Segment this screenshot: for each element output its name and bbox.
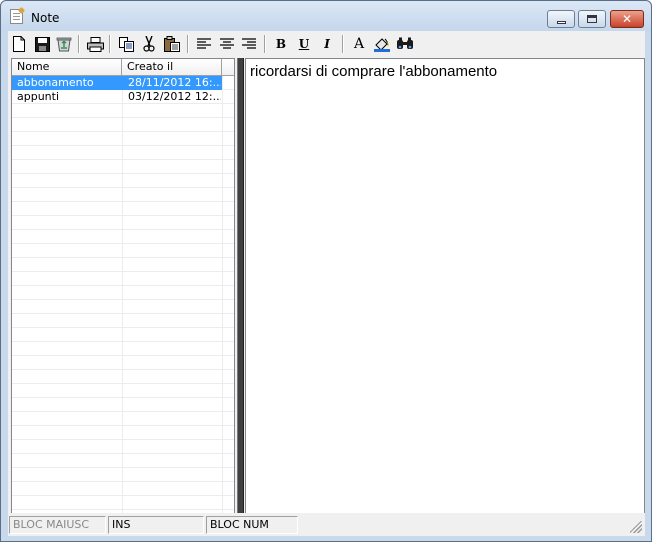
status-num-lock: BLOC NUM bbox=[206, 516, 298, 534]
bold-button[interactable]: B bbox=[271, 35, 291, 53]
save-icon bbox=[34, 36, 50, 52]
color-fill-icon bbox=[374, 38, 390, 52]
note-editor[interactable]: ricordarsi di comprare l'abbonamento bbox=[245, 58, 645, 536]
cut-button[interactable] bbox=[139, 35, 159, 53]
paste-icon bbox=[164, 36, 180, 52]
column-gridline bbox=[222, 76, 223, 535]
toolbar-separator bbox=[342, 35, 344, 53]
align-right-icon bbox=[242, 38, 256, 49]
new-document-icon bbox=[13, 36, 25, 52]
list-header: Nome Creato il bbox=[12, 59, 234, 76]
align-center-icon bbox=[220, 38, 234, 49]
list-body[interactable] bbox=[12, 76, 234, 535]
app-window: Note ✕ B U I A Nome Creato il abbonament… bbox=[0, 0, 652, 542]
find-icon bbox=[397, 37, 413, 49]
note-name-cell: appunti bbox=[17, 90, 60, 103]
status-bar: BLOC MAIUSC INS BLOC NUM bbox=[8, 513, 645, 536]
paste-button[interactable] bbox=[162, 35, 182, 53]
copy-button[interactable] bbox=[116, 35, 136, 53]
maximize-icon bbox=[587, 15, 597, 23]
column-gridline bbox=[122, 76, 123, 535]
color-button[interactable] bbox=[372, 35, 392, 53]
close-icon: ✕ bbox=[621, 12, 633, 26]
note-created-cell: 28/11/2012 16:... bbox=[128, 76, 221, 89]
client-area: B U I A Nome Creato il abbonamento 28/11… bbox=[8, 31, 645, 536]
toolbar-separator bbox=[78, 35, 80, 53]
pane-splitter[interactable] bbox=[237, 58, 244, 536]
minimize-icon bbox=[556, 20, 566, 24]
notes-list[interactable]: Nome Creato il abbonamento 28/11/2012 16… bbox=[11, 58, 235, 536]
title-bar[interactable]: Note ✕ bbox=[1, 1, 651, 31]
recycle-bin-icon bbox=[56, 37, 72, 52]
note-text[interactable]: ricordarsi di comprare l'abbonamento bbox=[250, 63, 497, 80]
align-center-button[interactable] bbox=[217, 35, 237, 53]
print-button[interactable] bbox=[85, 35, 105, 53]
column-header-filler bbox=[222, 59, 234, 76]
new-button[interactable] bbox=[9, 35, 29, 53]
column-header-creato[interactable]: Creato il bbox=[122, 59, 222, 76]
window-title: Note bbox=[31, 11, 60, 25]
align-left-button[interactable] bbox=[194, 35, 214, 53]
italic-icon: I bbox=[324, 37, 330, 51]
underline-button[interactable]: U bbox=[294, 35, 314, 53]
print-icon bbox=[86, 36, 104, 52]
find-button[interactable] bbox=[395, 35, 415, 53]
minimize-button[interactable] bbox=[547, 10, 575, 28]
align-right-button[interactable] bbox=[239, 35, 259, 53]
toolbar-separator bbox=[264, 35, 266, 53]
note-app-icon[interactable] bbox=[10, 9, 23, 24]
bold-icon: B bbox=[275, 37, 287, 51]
note-name-cell: abbonamento bbox=[17, 76, 94, 89]
column-header-nome[interactable]: Nome bbox=[12, 59, 122, 76]
font-button[interactable]: A bbox=[349, 35, 369, 53]
resize-grip-icon[interactable] bbox=[630, 521, 642, 533]
underline-icon: U bbox=[298, 37, 310, 51]
align-left-icon bbox=[197, 38, 211, 49]
cut-icon bbox=[143, 36, 155, 52]
save-button[interactable] bbox=[32, 35, 52, 53]
close-button[interactable]: ✕ bbox=[610, 10, 644, 28]
copy-icon bbox=[118, 36, 134, 52]
note-created-cell: 03/12/2012 12:... bbox=[128, 90, 221, 103]
table-row[interactable]: abbonamento 28/11/2012 16:... bbox=[12, 76, 222, 90]
status-insert-mode: INS bbox=[108, 516, 204, 534]
delete-button[interactable] bbox=[54, 35, 74, 53]
font-icon: A bbox=[353, 36, 365, 52]
toolbar-separator bbox=[109, 35, 111, 53]
table-row[interactable]: appunti 03/12/2012 12:... bbox=[12, 90, 222, 104]
italic-button[interactable]: I bbox=[317, 35, 337, 53]
toolbar-separator bbox=[187, 35, 189, 53]
status-caps-lock: BLOC MAIUSC bbox=[9, 516, 106, 534]
toolbar: B U I A bbox=[8, 31, 645, 57]
maximize-button[interactable] bbox=[578, 10, 606, 28]
